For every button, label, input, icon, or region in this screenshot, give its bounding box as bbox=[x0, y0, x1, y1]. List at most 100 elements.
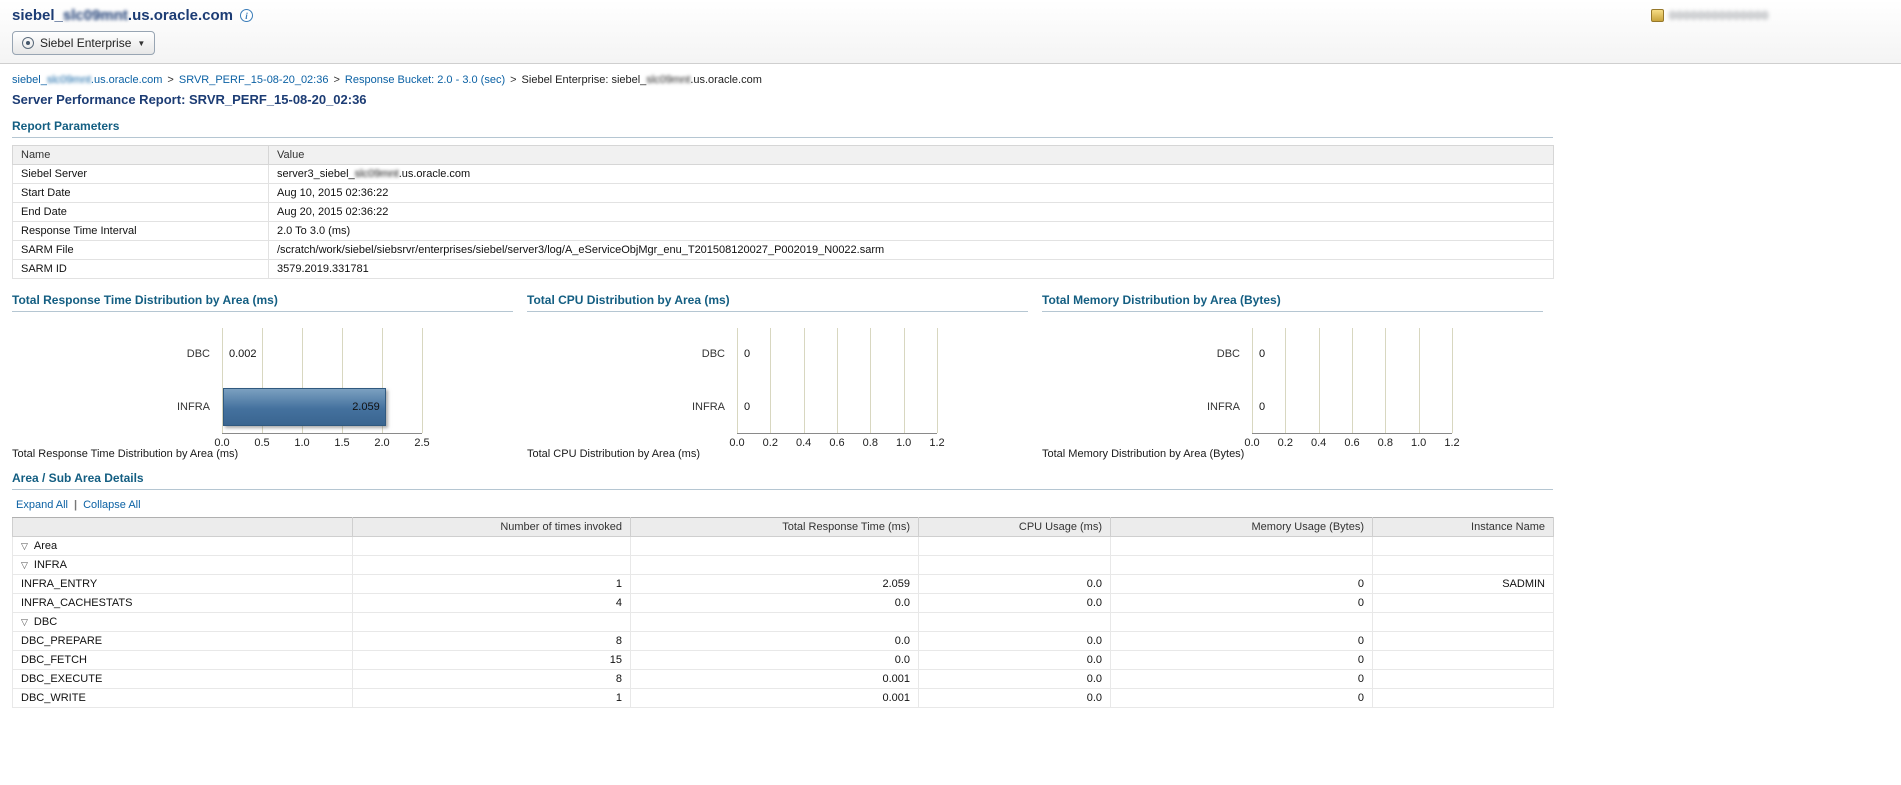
chart-x-axis: 0.0 0.2 0.4 0.6 0.8 1.0 1.2 bbox=[1244, 437, 1459, 453]
cell-instance-name bbox=[1372, 688, 1554, 708]
x-tick-label: 0.4 bbox=[796, 437, 812, 449]
x-tick-label: 0.6 bbox=[1344, 437, 1360, 449]
cell-instance-name bbox=[1372, 669, 1554, 689]
table-row: INFRA_CACHESTATS 4 0.0 0.0 0 bbox=[12, 593, 1554, 613]
cell-response-time: 2.059 bbox=[630, 574, 919, 594]
info-icon[interactable]: i bbox=[239, 9, 253, 22]
collapse-triangle-icon[interactable]: ▽ bbox=[21, 560, 28, 570]
column-header-instance-name: Instance Name bbox=[1372, 517, 1554, 537]
chart-y-labels: DBC INFRA bbox=[527, 328, 737, 434]
siebel-enterprise-dropdown[interactable]: Siebel Enterprise ▼ bbox=[12, 31, 156, 55]
cell-times-invoked: 8 bbox=[352, 631, 631, 651]
cell-times-invoked: 15 bbox=[352, 650, 631, 670]
param-name: SARM ID bbox=[12, 259, 269, 279]
report-parameters-table: Name Value Siebel Server server3_siebel_… bbox=[12, 145, 1554, 279]
y-category-label: INFRA bbox=[692, 400, 725, 413]
gridline bbox=[770, 328, 772, 433]
chart-title: Total Response Time Distribution by Area… bbox=[12, 293, 513, 312]
session-badge-icon bbox=[1651, 9, 1665, 22]
page-title: Server Performance Report: SRVR_PERF_15-… bbox=[12, 92, 367, 107]
cell-cpu-usage: 0.0 bbox=[918, 593, 1111, 613]
breadcrumb-link-bucket[interactable]: Response Bucket: 2.0 - 3.0 (sec) bbox=[345, 74, 505, 86]
app-title-redacted: slc09mnt bbox=[62, 7, 128, 24]
gridline bbox=[422, 328, 423, 433]
tree-label: INFRA_CACHESTATS bbox=[21, 597, 133, 609]
cell-instance-name bbox=[1372, 650, 1554, 670]
expand-all-link[interactable]: Expand All bbox=[16, 499, 68, 511]
chart-caption: Total CPU Distribution by Area (ms) bbox=[527, 448, 700, 460]
breadcrumb-separator: > bbox=[510, 74, 517, 86]
x-tick-label: 0.8 bbox=[1377, 437, 1393, 449]
cell-response-time: 0.0 bbox=[630, 593, 919, 613]
param-value: /scratch/work/siebel/siebsrvr/enterprise… bbox=[268, 240, 1554, 260]
table-row: End Date Aug 20, 2015 02:36:22 bbox=[12, 202, 1554, 222]
breadcrumb-link-host[interactable]: siebel_slc09mnt.us.oracle.com bbox=[12, 74, 162, 86]
table-row: Start Date Aug 10, 2015 02:36:22 bbox=[12, 183, 1554, 203]
table-row: DBC_EXECUTE 8 0.001 0.0 0 bbox=[12, 669, 1554, 689]
content-area: siebel_slc09mnt.us.oracle.com > SRVR_PERF_… bbox=[0, 64, 1901, 708]
x-tick-label: 1.0 bbox=[294, 437, 310, 449]
table-row: SARM File /scratch/work/siebel/siebsrvr/… bbox=[12, 240, 1554, 260]
table-row: SARM ID 3579.2019.331781 bbox=[12, 259, 1554, 279]
table-row-group: ▽ INFRA bbox=[12, 555, 1554, 575]
chart-title: Total CPU Distribution by Area (ms) bbox=[527, 293, 1028, 312]
collapse-all-link[interactable]: Collapse All bbox=[83, 499, 140, 511]
collapse-triangle-icon[interactable]: ▽ bbox=[21, 541, 28, 551]
collapse-triangle-icon[interactable]: ▽ bbox=[21, 617, 28, 627]
table-row: DBC_PREPARE 8 0.0 0.0 0 bbox=[12, 631, 1554, 651]
tree-controls: Expand All | Collapse All bbox=[16, 499, 1889, 511]
chart-plot-area: 00 bbox=[737, 328, 938, 434]
dropdown-label: Siebel Enterprise bbox=[40, 36, 132, 50]
cell-times-invoked: 8 bbox=[352, 669, 631, 689]
column-header-tree bbox=[12, 517, 353, 537]
cell-instance-name: SADMIN bbox=[1372, 574, 1554, 594]
tree-cell: DBC_FETCH bbox=[12, 650, 353, 670]
cell-response-time: 0.001 bbox=[630, 688, 919, 708]
gridline bbox=[903, 328, 905, 433]
column-header-value: Value bbox=[268, 145, 1554, 165]
gridline bbox=[803, 328, 805, 433]
breadcrumb-current: Siebel Enterprise: siebel_slc09mnt.us.or… bbox=[521, 74, 762, 86]
column-header-cpu-usage: CPU Usage (ms) bbox=[918, 517, 1111, 537]
bar-value-label: 2.059 bbox=[352, 400, 380, 413]
gridline bbox=[837, 328, 838, 433]
chart-caption: Total Memory Distribution by Area (Bytes… bbox=[1042, 448, 1245, 460]
chart-title: Total Memory Distribution by Area (Bytes… bbox=[1042, 293, 1543, 312]
gridline bbox=[937, 328, 938, 433]
param-value: Aug 10, 2015 02:36:22 bbox=[268, 183, 1554, 203]
tree-label: DBC_EXECUTE bbox=[21, 673, 103, 685]
tree-label: DBC bbox=[33, 616, 58, 628]
column-header-response-time: Total Response Time (ms) bbox=[630, 517, 919, 537]
x-tick-label: 1.5 bbox=[334, 437, 350, 449]
cell-times-invoked: 1 bbox=[352, 574, 631, 594]
x-tick-label: 1.2 bbox=[929, 437, 945, 449]
cell-times-invoked: 1 bbox=[352, 688, 631, 708]
bar-value-label: 0 bbox=[1259, 400, 1266, 413]
cell-memory-usage: 0 bbox=[1110, 688, 1373, 708]
breadcrumb-link-report[interactable]: SRVR_PERF_15-08-20_02:36 bbox=[179, 74, 329, 86]
param-name: Start Date bbox=[12, 183, 269, 203]
memory-chart: Total Memory Distribution by Area (Bytes… bbox=[1042, 293, 1557, 461]
breadcrumb-separator: > bbox=[167, 74, 174, 86]
app-title-suffix: .us.oracle.com bbox=[127, 7, 233, 24]
cell-cpu-usage: 0.0 bbox=[918, 669, 1111, 689]
cell-cpu-usage: 0.0 bbox=[918, 631, 1111, 651]
tree-label: DBC_WRITE bbox=[21, 692, 86, 704]
chart-y-labels: DBC INFRA bbox=[12, 328, 222, 434]
x-tick-label: 0.0 bbox=[1244, 437, 1260, 449]
tree-cell: ▽ INFRA bbox=[12, 555, 353, 575]
charts-row: Total Response Time Distribution by Area… bbox=[12, 293, 1572, 461]
tree-label: INFRA bbox=[33, 559, 67, 571]
area-details-heading: Area / Sub Area Details bbox=[12, 471, 1553, 490]
cell-memory-usage: 0 bbox=[1110, 669, 1373, 689]
target-icon bbox=[22, 37, 34, 49]
param-value: 2.0 To 3.0 (ms) bbox=[268, 221, 1554, 241]
area-details-table: Number of times invoked Total Response T… bbox=[12, 517, 1554, 708]
response-time-chart: Total Response Time Distribution by Area… bbox=[12, 293, 527, 461]
tree-cell: DBC_EXECUTE bbox=[12, 669, 353, 689]
table-row-group: ▽ DBC bbox=[12, 612, 1554, 632]
chart-caption: Total Response Time Distribution by Area… bbox=[12, 448, 239, 460]
table-row-group: ▽ Area bbox=[12, 536, 1554, 556]
tree-cell: DBC_WRITE bbox=[12, 688, 353, 708]
chart-plot-area: 0.002 2.059 bbox=[222, 328, 423, 434]
